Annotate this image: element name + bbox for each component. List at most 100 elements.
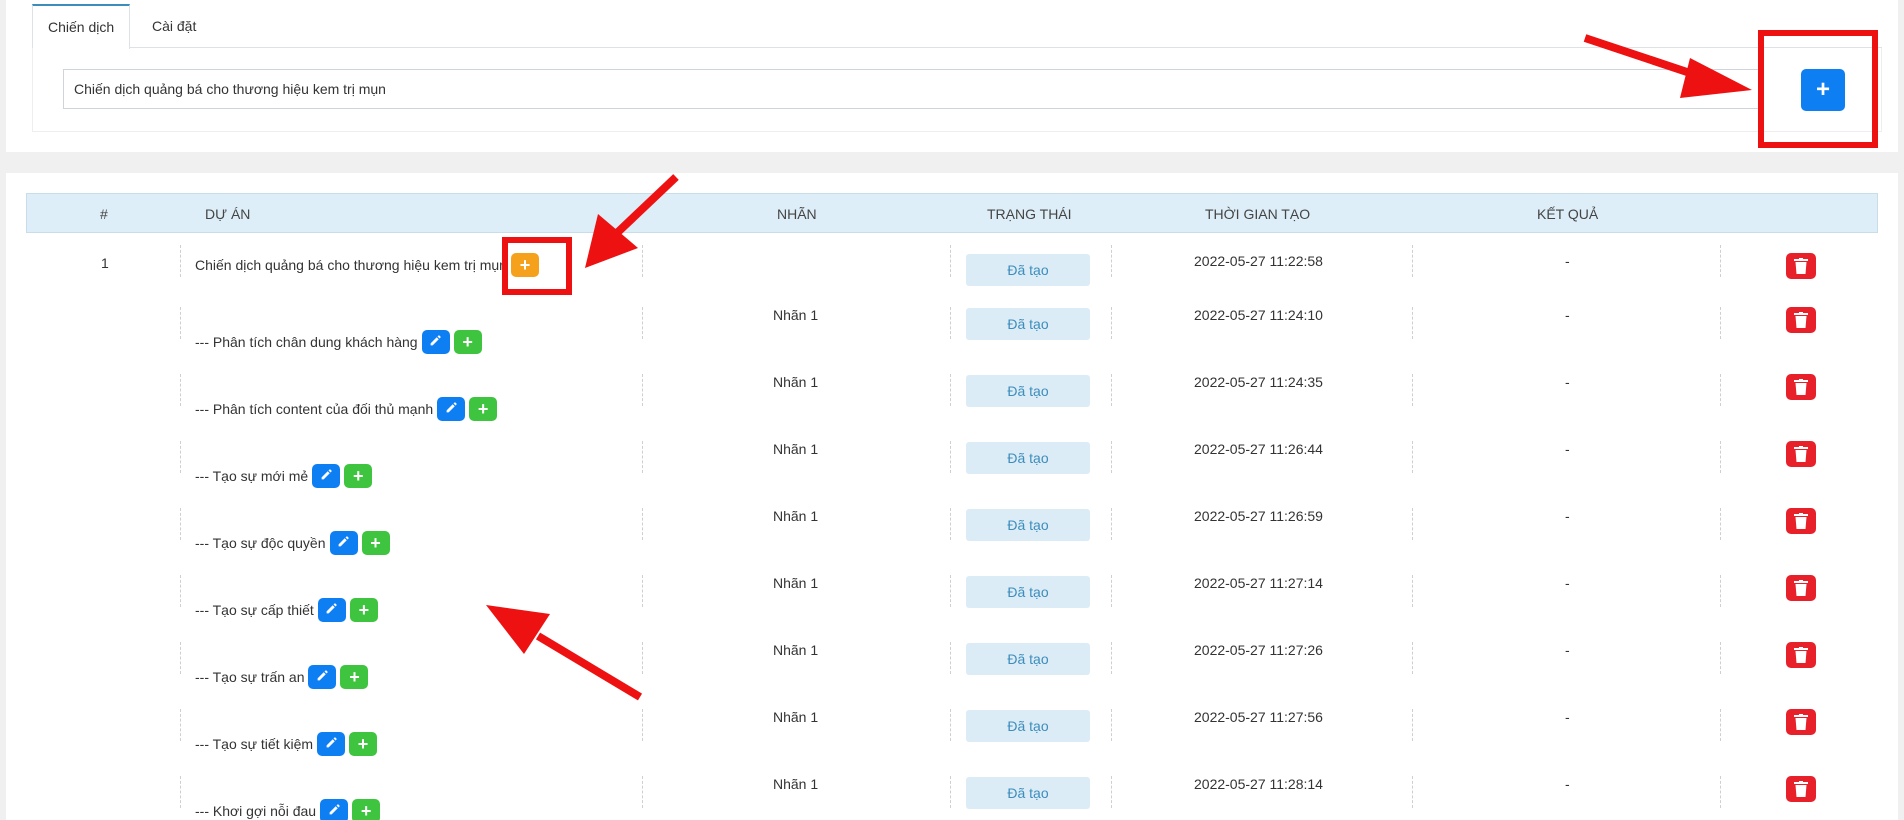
column-divider	[1111, 642, 1112, 674]
delete-project-button[interactable]	[1786, 253, 1816, 279]
column-divider	[1720, 642, 1721, 674]
edit-project-button[interactable]	[421, 330, 450, 354]
delete-project-button[interactable]	[1786, 307, 1816, 333]
tab-bar: Chiến dịch Cài đặt	[32, 0, 1882, 49]
column-divider	[950, 709, 951, 741]
delete-project-button[interactable]	[1786, 508, 1816, 534]
row-result: -	[1565, 307, 1570, 323]
annotation-box-add-campaign	[1758, 30, 1878, 148]
tab-pane-campaign	[32, 48, 1882, 132]
delete-project-button[interactable]	[1786, 575, 1816, 601]
add-child-project-button[interactable]: +	[349, 732, 378, 756]
row-label: Nhãn 1	[773, 441, 819, 457]
column-divider	[180, 441, 181, 473]
row-project-name: --- Tạo sự tiết kiệm	[195, 736, 314, 752]
campaign-card: Chiến dịch Cài đặt	[6, 0, 1898, 152]
column-divider	[950, 374, 951, 406]
row-created-time: 2022-05-27 11:26:59	[1194, 508, 1323, 524]
column-divider	[1720, 575, 1721, 607]
row-label: Nhãn 1	[773, 508, 819, 524]
row-result: -	[1565, 253, 1570, 269]
column-divider	[180, 508, 181, 540]
column-divider	[1720, 508, 1721, 540]
row-project-cell: Chiến dịch quảng bá cho thương hiệu kem …	[195, 253, 539, 277]
row-result: -	[1565, 709, 1570, 725]
delete-project-button[interactable]	[1786, 441, 1816, 467]
row-result: -	[1565, 374, 1570, 390]
tab-campaign[interactable]: Chiến dịch	[32, 4, 131, 49]
add-child-project-button[interactable]: +	[469, 397, 498, 421]
pencil-icon	[445, 400, 458, 417]
row-project-name: --- Tạo sự mới mẻ	[195, 468, 309, 484]
column-divider	[1111, 374, 1112, 406]
row-project-cell: --- Tạo sự tiết kiệm +	[195, 732, 378, 756]
row-project-cell: --- Tạo sự trấn an +	[195, 665, 369, 689]
column-divider	[950, 245, 951, 277]
column-divider	[1412, 374, 1413, 406]
column-divider	[950, 508, 951, 540]
delete-project-button[interactable]	[1786, 642, 1816, 668]
column-divider	[1412, 575, 1413, 607]
status-badge: Đã tạo	[966, 442, 1090, 474]
header-index: #	[100, 206, 108, 222]
pencil-icon	[320, 467, 333, 484]
row-project-cell: --- Phân tích content của đối thủ mạnh +	[195, 397, 498, 421]
column-divider	[642, 508, 643, 540]
tab-settings[interactable]: Cài đặt	[137, 4, 211, 48]
pencil-icon	[325, 601, 338, 618]
row-created-time: 2022-05-27 11:26:44	[1194, 441, 1323, 457]
add-child-project-button[interactable]: +	[352, 799, 381, 820]
edit-project-button[interactable]	[437, 397, 466, 421]
row-result: -	[1565, 441, 1570, 457]
column-divider	[642, 441, 643, 473]
add-child-project-button[interactable]: +	[361, 531, 390, 555]
status-badge: Đã tạo	[966, 576, 1090, 608]
plus-icon: +	[349, 667, 360, 687]
row-label: Nhãn 1	[773, 575, 819, 591]
row-created-time: 2022-05-27 11:22:58	[1194, 253, 1323, 269]
column-divider	[642, 374, 643, 406]
add-child-project-button[interactable]: +	[453, 330, 482, 354]
pencil-icon	[325, 735, 338, 752]
row-index: 1	[101, 255, 109, 271]
campaign-name-input[interactable]	[63, 69, 1763, 109]
row-project-name: --- Khơi gợi nỗi đau	[195, 803, 317, 819]
column-divider	[950, 642, 951, 674]
edit-project-button[interactable]	[312, 464, 341, 488]
add-child-project-button[interactable]: +	[344, 464, 373, 488]
plus-icon: +	[357, 734, 369, 754]
pencil-icon	[337, 534, 350, 551]
column-divider	[642, 642, 643, 674]
edit-project-button[interactable]	[329, 531, 358, 555]
edit-project-button[interactable]	[317, 598, 346, 622]
column-divider	[1412, 441, 1413, 473]
edit-project-button[interactable]	[317, 732, 346, 756]
add-child-project-button[interactable]: +	[340, 665, 369, 689]
delete-project-button[interactable]	[1786, 709, 1816, 735]
plus-icon: +	[352, 466, 364, 486]
edit-project-button[interactable]	[320, 799, 349, 820]
column-divider	[180, 575, 181, 607]
header-created: Thời gian tạo	[1205, 206, 1311, 222]
column-divider	[180, 307, 181, 339]
header-status: Trạng thái	[987, 206, 1072, 222]
projects-table-card: # Dự án Nhãn Trạng thái Thời gian tạo Kế…	[6, 173, 1898, 820]
column-divider	[642, 307, 643, 339]
column-divider	[1111, 307, 1112, 339]
header-result: Kết quả	[1537, 206, 1599, 222]
status-badge: Đã tạo	[966, 710, 1090, 742]
column-divider	[1412, 307, 1413, 339]
edit-project-button[interactable]	[308, 665, 337, 689]
column-divider	[950, 307, 951, 339]
row-project-cell: --- Khơi gợi nỗi đau +	[195, 799, 381, 820]
column-divider	[180, 642, 181, 674]
column-divider	[1111, 441, 1112, 473]
delete-project-button[interactable]	[1786, 776, 1816, 802]
row-label: Nhãn 1	[773, 776, 819, 792]
row-project-name: --- Tạo sự trấn an	[195, 669, 305, 685]
status-badge: Đã tạo	[966, 308, 1090, 340]
column-divider	[642, 709, 643, 741]
delete-project-button[interactable]	[1786, 374, 1816, 400]
column-divider	[642, 776, 643, 808]
add-child-project-button[interactable]: +	[349, 598, 378, 622]
